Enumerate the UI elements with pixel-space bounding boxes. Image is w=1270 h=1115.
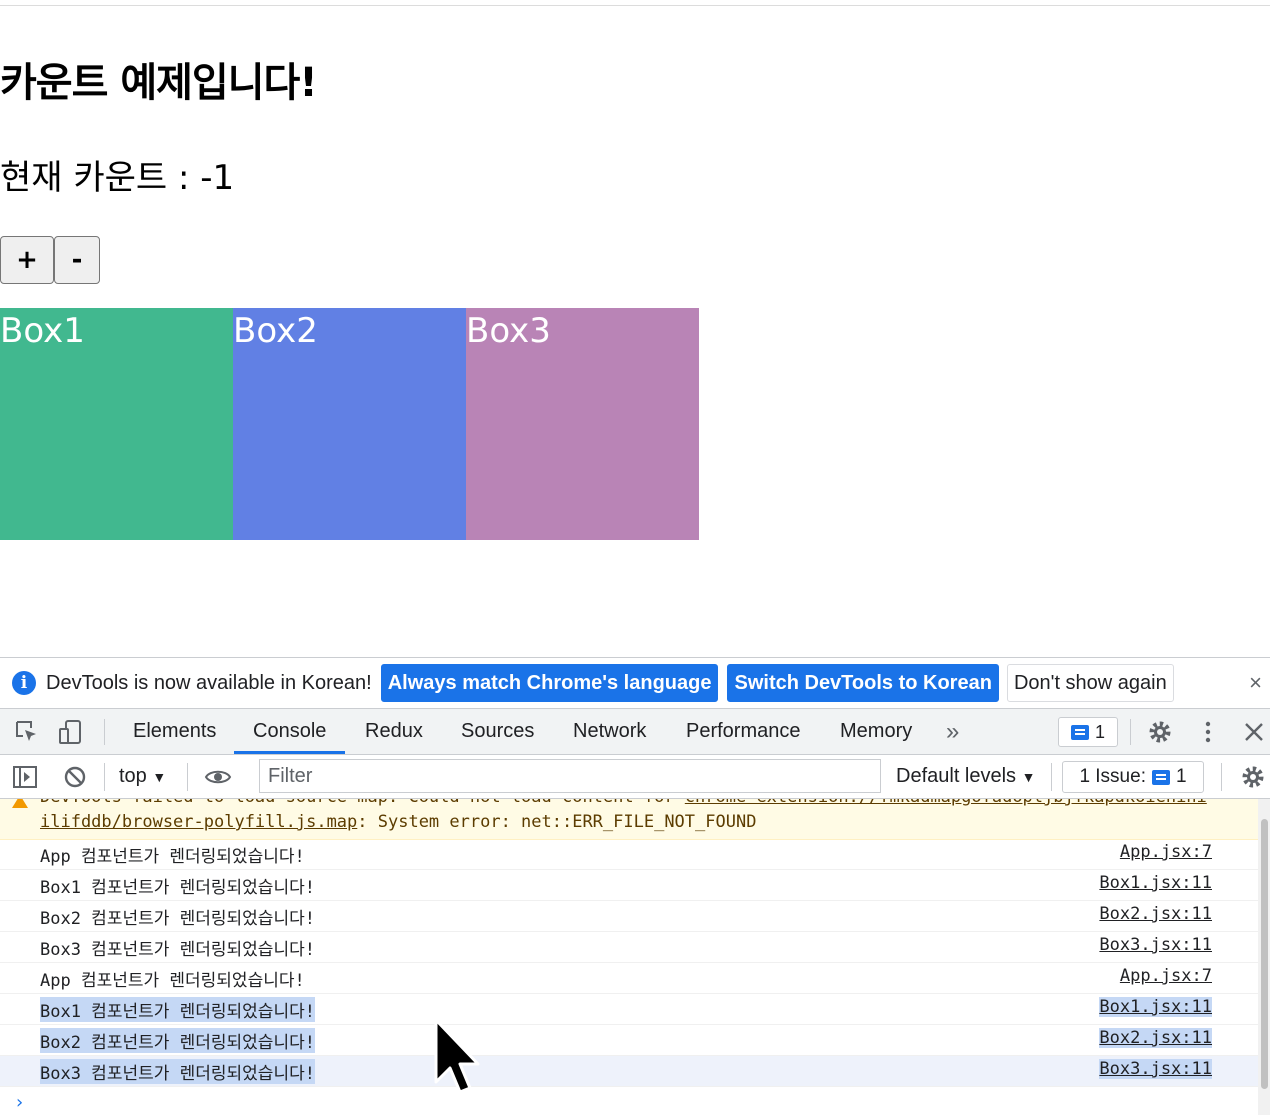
warning-link[interactable]: chrome-extension://fmkadmapgofadopljbjfk…: [685, 799, 1207, 807]
warning-icon: [12, 799, 28, 808]
devtools-tabbar: Elements Console Redux Sources Network P…: [0, 709, 1270, 755]
dropdown-arrow-icon: ▼: [152, 769, 167, 785]
tab-sources[interactable]: Sources: [461, 709, 534, 754]
log-source-link[interactable]: Box3.jsx:11: [1099, 1059, 1212, 1079]
tabbar-separator: [104, 719, 105, 745]
console-prompt-icon[interactable]: ›: [14, 1092, 25, 1113]
toolbar-separator: [1051, 763, 1052, 791]
top-divider: [0, 5, 1270, 6]
box2: Box2: [233, 308, 466, 540]
settings-gear-icon[interactable]: [1147, 719, 1173, 745]
issues-count: 1: [1175, 766, 1187, 787]
warning-text: DevTools failed to load source map: Coul…: [40, 799, 685, 807]
dropdown-arrow-icon: ▼: [1021, 769, 1036, 785]
log-source-link[interactable]: Box2.jsx:11: [1099, 1028, 1212, 1048]
tab-network[interactable]: Network: [573, 709, 646, 754]
console-log-row: App 컴포넌트가 렌더링되었습니다! App.jsx:7: [0, 839, 1258, 870]
info-icon: i: [12, 671, 36, 695]
infobar-close-icon[interactable]: ×: [1249, 670, 1262, 696]
inspect-element-icon[interactable]: [14, 719, 40, 745]
language-infobar: i DevTools is now available in Korean! A…: [0, 657, 1270, 709]
message-icon: [1070, 724, 1089, 740]
tab-elements[interactable]: Elements: [133, 709, 216, 754]
console-log-row: Box1 컴포넌트가 렌더링되었습니다! Box1.jsx:11: [0, 994, 1258, 1025]
console-filter-input[interactable]: [259, 759, 881, 793]
messages-badge[interactable]: 1: [1058, 717, 1118, 747]
counter-buttons: + -: [0, 236, 100, 284]
dont-show-again-button[interactable]: Don't show again: [1006, 664, 1174, 702]
log-levels-value: Default levels: [896, 765, 1017, 787]
console-toolbar: top ▼ Default levels ▼ 1 Issue: 1: [0, 755, 1270, 799]
console-log-row: Box3 컴포넌트가 렌더링되었습니다! Box3.jsx:11: [0, 932, 1258, 963]
log-message: Box3 컴포넌트가 렌더링되었습니다!: [40, 1059, 315, 1084]
log-source-link[interactable]: Box2.jsx:11: [1099, 904, 1212, 924]
context-selector[interactable]: top ▼: [119, 765, 166, 788]
switch-to-korean-button[interactable]: Switch DevTools to Korean: [727, 664, 999, 702]
infobar-message: DevTools is now available in Korean!: [46, 671, 372, 694]
log-source-link[interactable]: Box1.jsx:11: [1099, 873, 1212, 893]
issue-icon: [1151, 769, 1170, 785]
message-count: 1: [1094, 721, 1105, 742]
increment-button[interactable]: +: [0, 236, 54, 284]
console-messages: DevTools failed to load source map: Coul…: [0, 799, 1258, 1115]
warning-line-1: DevTools failed to load source map: Coul…: [40, 799, 1207, 807]
console-log-row: Box2 컴포넌트가 렌더링되었습니다! Box2.jsx:11: [0, 1025, 1258, 1056]
console-log-row: App 컴포넌트가 렌더링되었습니다! App.jsx:7: [0, 963, 1258, 994]
log-source-link[interactable]: App.jsx:7: [1120, 842, 1212, 862]
toolbar-separator: [1221, 763, 1222, 791]
device-toolbar-icon[interactable]: [58, 719, 84, 745]
console-log-row: Box3 컴포넌트가 렌더링되었습니다! Box3.jsx:11: [0, 1056, 1258, 1087]
more-tabs-icon[interactable]: »: [946, 709, 959, 754]
issues-label: 1 Issue:: [1079, 766, 1146, 787]
box3-label: Box3: [466, 311, 551, 351]
live-expression-eye-icon[interactable]: [204, 764, 232, 790]
console-scrollbar[interactable]: [1258, 799, 1270, 1115]
warning-error-text: : System error: net::ERR_FILE_NOT_FOUND: [357, 812, 757, 832]
log-source-link[interactable]: Box3.jsx:11: [1099, 935, 1212, 955]
log-levels-dropdown[interactable]: Default levels ▼: [896, 765, 1035, 788]
box3: Box3: [466, 308, 699, 540]
sidebar-toggle-icon[interactable]: [12, 764, 38, 790]
decrement-button[interactable]: -: [54, 236, 100, 284]
box1: Box1: [0, 308, 233, 540]
clear-console-icon[interactable]: [62, 764, 88, 790]
mouse-pointer-icon: [434, 1018, 480, 1094]
warning-link-continued[interactable]: ilifddb/browser-polyfill.js.map: [40, 812, 357, 832]
box2-label: Box2: [233, 311, 318, 351]
log-message: Box2 컴포넌트가 렌더링되었습니다!: [40, 909, 315, 929]
box-row: Box1 Box2 Box3: [0, 308, 699, 540]
log-message: App 컴포넌트가 렌더링되었습니다!: [40, 971, 305, 991]
tab-console[interactable]: Console: [233, 709, 346, 754]
log-source-link[interactable]: App.jsx:7: [1120, 966, 1212, 986]
console-log-row: Box1 컴포넌트가 렌더링되었습니다! Box1.jsx:11: [0, 870, 1258, 901]
log-message: Box3 컴포넌트가 렌더링되었습니다!: [40, 940, 315, 960]
sourcemap-warning-row: DevTools failed to load source map: Coul…: [0, 799, 1258, 840]
close-devtools-icon[interactable]: [1241, 719, 1267, 745]
context-value: top: [119, 765, 147, 787]
log-message: Box2 컴포넌트가 렌더링되었습니다!: [40, 1028, 315, 1053]
console-settings-gear-icon[interactable]: [1240, 764, 1266, 790]
tab-redux[interactable]: Redux: [365, 709, 423, 754]
issues-button[interactable]: 1 Issue: 1: [1062, 761, 1204, 793]
log-source-link[interactable]: Box1.jsx:11: [1099, 997, 1212, 1017]
console-log-row: Box2 컴포넌트가 렌더링되었습니다! Box2.jsx:11: [0, 901, 1258, 932]
tabbar-separator: [1130, 719, 1131, 745]
log-message: App 컴포넌트가 렌더링되었습니다!: [40, 847, 305, 867]
page-title: 카운트 예제입니다!: [0, 60, 318, 106]
log-message: Box1 컴포넌트가 렌더링되었습니다!: [40, 997, 315, 1022]
toolbar-separator: [104, 763, 105, 791]
toolbar-separator: [187, 763, 188, 791]
count-display: 현재 카운트 : -1: [0, 158, 235, 198]
always-match-language-button[interactable]: Always match Chrome's language: [380, 664, 719, 702]
more-options-icon[interactable]: [1195, 719, 1221, 745]
scrollbar-thumb[interactable]: [1261, 819, 1268, 1089]
tab-memory[interactable]: Memory: [840, 709, 912, 754]
warning-line-2: ilifddb/browser-polyfill.js.map: System …: [40, 812, 756, 832]
tab-performance[interactable]: Performance: [686, 709, 801, 754]
log-message: Box1 컴포넌트가 렌더링되었습니다!: [40, 878, 315, 898]
box1-label: Box1: [0, 311, 85, 351]
